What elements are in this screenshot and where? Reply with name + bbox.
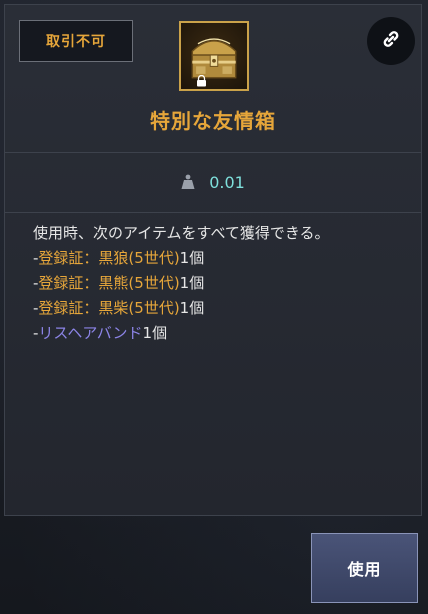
item-description: 使用時、次のアイテムをすべて獲得できる。 -登録証：黒狼(5世代)1個 -登録証… [33, 221, 403, 346]
weight-row: 0.01 [5, 152, 421, 213]
item-name: 特別な友情箱 [150, 109, 276, 133]
link-button[interactable] [367, 17, 415, 65]
item-tooltip-panel: 取引不可 特別な友情箱 0.01 使用時、次のアイテムをすべて獲得できる。 -登… [4, 4, 422, 516]
list-item: -登録証：黒柴(5世代)1個 [33, 296, 403, 321]
weight-value: 0.01 [209, 172, 245, 192]
content-item-name: 登録証：黒柴(5世代) [38, 299, 180, 317]
content-item-name: 登録証：黒狼(5世代) [38, 249, 180, 267]
lock-icon [196, 75, 207, 87]
content-item-count: 1個 [179, 274, 205, 292]
content-item-count: 1個 [179, 249, 205, 267]
use-button[interactable]: 使用 [311, 533, 418, 603]
list-item: -リスヘアバンド1個 [33, 321, 403, 346]
list-item: -登録証：黒熊(5世代)1個 [33, 271, 403, 296]
description-intro: 使用時、次のアイテムをすべて獲得できる。 [33, 224, 330, 242]
list-item: -登録証：黒狼(5世代)1個 [33, 246, 403, 271]
content-item-count: 1個 [179, 299, 205, 317]
treasure-chest-icon [179, 21, 249, 91]
content-item-name: リスヘアバンド [38, 324, 143, 342]
content-item-count: 1個 [142, 324, 168, 342]
weight-icon [181, 174, 195, 190]
untradeable-badge: 取引不可 [19, 20, 133, 62]
content-item-name: 登録証：黒熊(5世代) [38, 274, 180, 292]
link-icon [379, 27, 403, 55]
tooltip-header: 取引不可 特別な友情箱 [5, 5, 421, 153]
